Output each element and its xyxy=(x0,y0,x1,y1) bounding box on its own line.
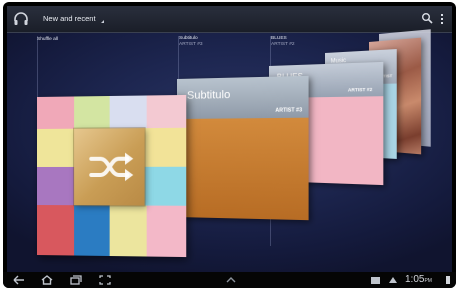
battery-icon[interactable] xyxy=(443,275,453,285)
card-subtitle-label: ARTIST #2 xyxy=(271,42,295,47)
shuffle-all-card[interactable] xyxy=(37,94,187,258)
mosaic-tile xyxy=(37,96,75,129)
mosaic-tile xyxy=(144,127,187,167)
card-title-label: Shuffle all xyxy=(37,37,58,42)
album-cover-subtitulo[interactable]: Subtitulo ARTIST #3 xyxy=(177,75,309,221)
action-bar: New and recent xyxy=(7,6,452,33)
mosaic-tile xyxy=(74,205,110,257)
cover-artist: ARTIST #2 xyxy=(347,86,373,93)
card-title-label: Subtitulo xyxy=(179,36,198,41)
shuffle-icon xyxy=(74,128,144,205)
shuffle-button[interactable] xyxy=(74,128,145,206)
view-selector-dropdown[interactable]: New and recent xyxy=(43,12,104,26)
chevron-up-icon[interactable] xyxy=(225,275,237,285)
clock-time: 1:05 xyxy=(405,274,425,285)
screenshot-icon[interactable] xyxy=(99,275,111,285)
view-selector-label: New and recent xyxy=(43,14,96,23)
mosaic-tile xyxy=(109,95,147,129)
cover-title: Subtitulo xyxy=(186,88,231,102)
overflow-menu-icon[interactable] xyxy=(439,13,445,25)
search-icon[interactable] xyxy=(421,12,433,24)
system-navigation-bar: 1:05PM xyxy=(3,272,456,288)
music-carousel-stage: New and recent Shuffle all Subtitulo ART… xyxy=(7,6,452,272)
headphones-icon[interactable] xyxy=(13,11,29,27)
card-subtitle-label: ARTIST #3 xyxy=(179,42,203,47)
mosaic-tile xyxy=(37,128,75,167)
back-icon[interactable] xyxy=(13,275,25,285)
card-title-subtitulo: Subtitulo ARTIST #3 xyxy=(179,36,203,48)
card-title-blues: BLUES ARTIST #2 xyxy=(271,36,295,48)
clock-ampm: PM xyxy=(424,278,432,284)
card-title-shuffle: Shuffle all xyxy=(37,37,58,43)
recent-apps-icon[interactable] xyxy=(70,275,82,285)
mosaic-tile xyxy=(146,94,187,129)
status-clock[interactable]: 1:05PM xyxy=(405,273,432,288)
notification-icon[interactable] xyxy=(387,275,399,285)
cover-body xyxy=(177,117,309,221)
mosaic-tile xyxy=(144,166,187,206)
notification-icon[interactable] xyxy=(370,275,382,285)
mosaic-tile xyxy=(109,205,147,257)
mosaic-tile xyxy=(37,166,75,206)
cover-artist: ARTIST #3 xyxy=(275,107,303,114)
home-icon[interactable] xyxy=(41,275,53,285)
dropdown-caret-icon xyxy=(100,20,104,23)
mosaic-tile xyxy=(37,205,75,256)
card-title-label: BLUES xyxy=(271,36,287,41)
tablet-screen: New and recent Shuffle all Subtitulo ART… xyxy=(3,2,456,288)
mosaic-tile xyxy=(146,205,187,258)
mosaic-tile xyxy=(74,95,110,129)
